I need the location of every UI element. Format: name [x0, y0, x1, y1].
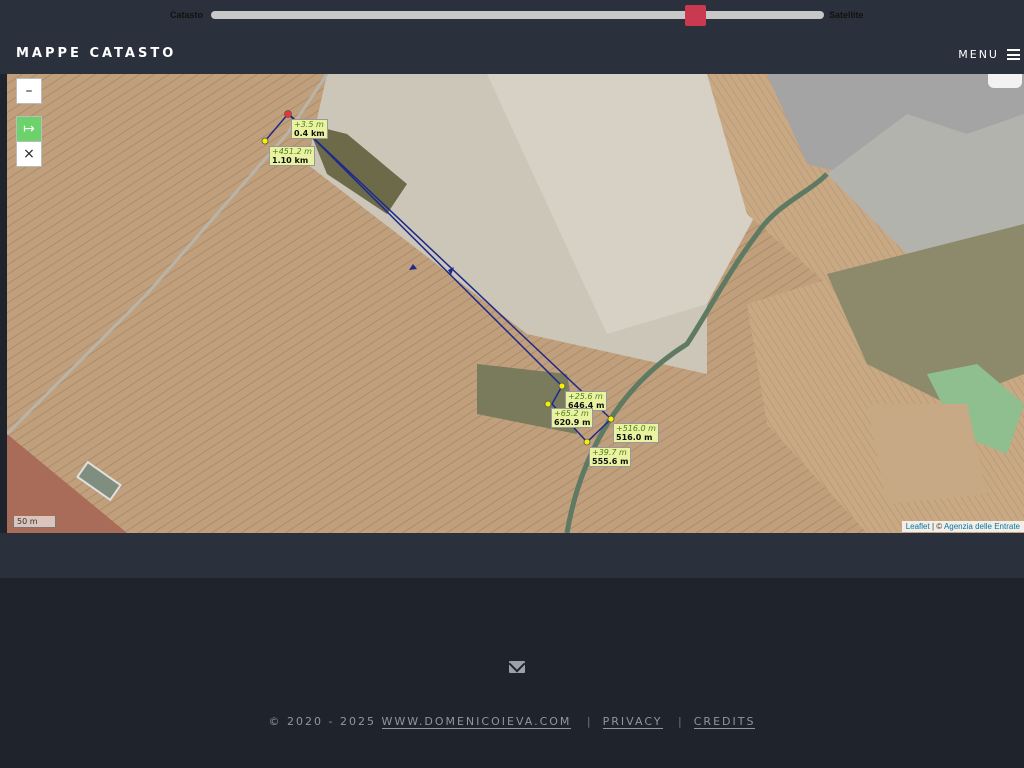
satellite-imagery: [7, 74, 1024, 533]
map-scale: 50 m: [13, 516, 56, 528]
source-link[interactable]: Agenzia delle Entrate: [944, 522, 1020, 531]
layer-slider-track[interactable]: [211, 11, 824, 19]
clear-measure-button[interactable]: ×: [16, 141, 42, 167]
measure-total: 555.6 m: [592, 457, 629, 466]
attribution-separator: | ©: [929, 522, 944, 531]
footer-separator: |: [586, 715, 593, 728]
slider-left-label: Catasto: [170, 10, 204, 20]
measure-delta: +451.2 m: [272, 147, 312, 156]
map-view[interactable]: – ↦ × +3.5 m 0.4 km +451.2 m 1.10 km +25…: [7, 74, 1024, 533]
site-link[interactable]: WWW.DOMENICOIEVA.COM: [381, 715, 572, 729]
credits-link[interactable]: CREDITS: [693, 715, 756, 729]
measure-delta: +25.6 m: [568, 392, 603, 401]
top-bar: Catasto Satellite MAPPE CATASTO MENU: [0, 0, 1024, 74]
layer-slider-thumb[interactable]: [685, 5, 706, 26]
measure-label: +451.2 m 1.10 km: [269, 146, 315, 166]
map-attribution: Leaflet | © Agenzia delle Entrate: [901, 521, 1024, 532]
measure-label: +39.7 m 555.6 m: [589, 447, 632, 467]
leaflet-link[interactable]: Leaflet: [906, 522, 930, 531]
envelope-icon[interactable]: [509, 661, 525, 673]
measure-button[interactable]: ↦: [16, 116, 42, 142]
site-brand[interactable]: MAPPE CATASTO: [16, 46, 176, 61]
measure-total: 620.9 m: [554, 418, 591, 427]
content-band: [0, 533, 1024, 578]
measure-total: 0.4 km: [294, 129, 325, 138]
footer: © 2020 - 2025 WWW.DOMENICOIEVA.COM | PRIV…: [0, 578, 1024, 768]
measure-delta: +65.2 m: [554, 409, 589, 418]
measure-total: 1.10 km: [272, 156, 309, 165]
measure-label: +516.0 m 516.0 m: [613, 423, 659, 443]
measure-delta: +39.7 m: [592, 448, 627, 457]
zoom-out-button[interactable]: –: [16, 78, 42, 104]
measure-delta: +3.5 m: [294, 120, 324, 129]
hamburger-icon: [1007, 49, 1020, 60]
footer-separator: |: [678, 715, 684, 728]
menu-button[interactable]: MENU: [958, 48, 1020, 61]
measure-label: +3.5 m 0.4 km: [291, 119, 328, 139]
measure-label: +65.2 m 620.9 m: [551, 408, 594, 428]
measure-delta: +516.0 m: [616, 424, 656, 433]
footer-links: © 2020 - 2025 WWW.DOMENICOIEVA.COM | PRIV…: [0, 715, 1024, 729]
menu-label: MENU: [958, 48, 999, 61]
copyright-text: © 2020 - 2025: [268, 715, 376, 728]
measure-total: 516.0 m: [616, 433, 653, 442]
slider-right-label: Satellite: [829, 10, 864, 20]
privacy-link[interactable]: PRIVACY: [602, 715, 663, 729]
search-map-button[interactable]: [988, 74, 1022, 88]
